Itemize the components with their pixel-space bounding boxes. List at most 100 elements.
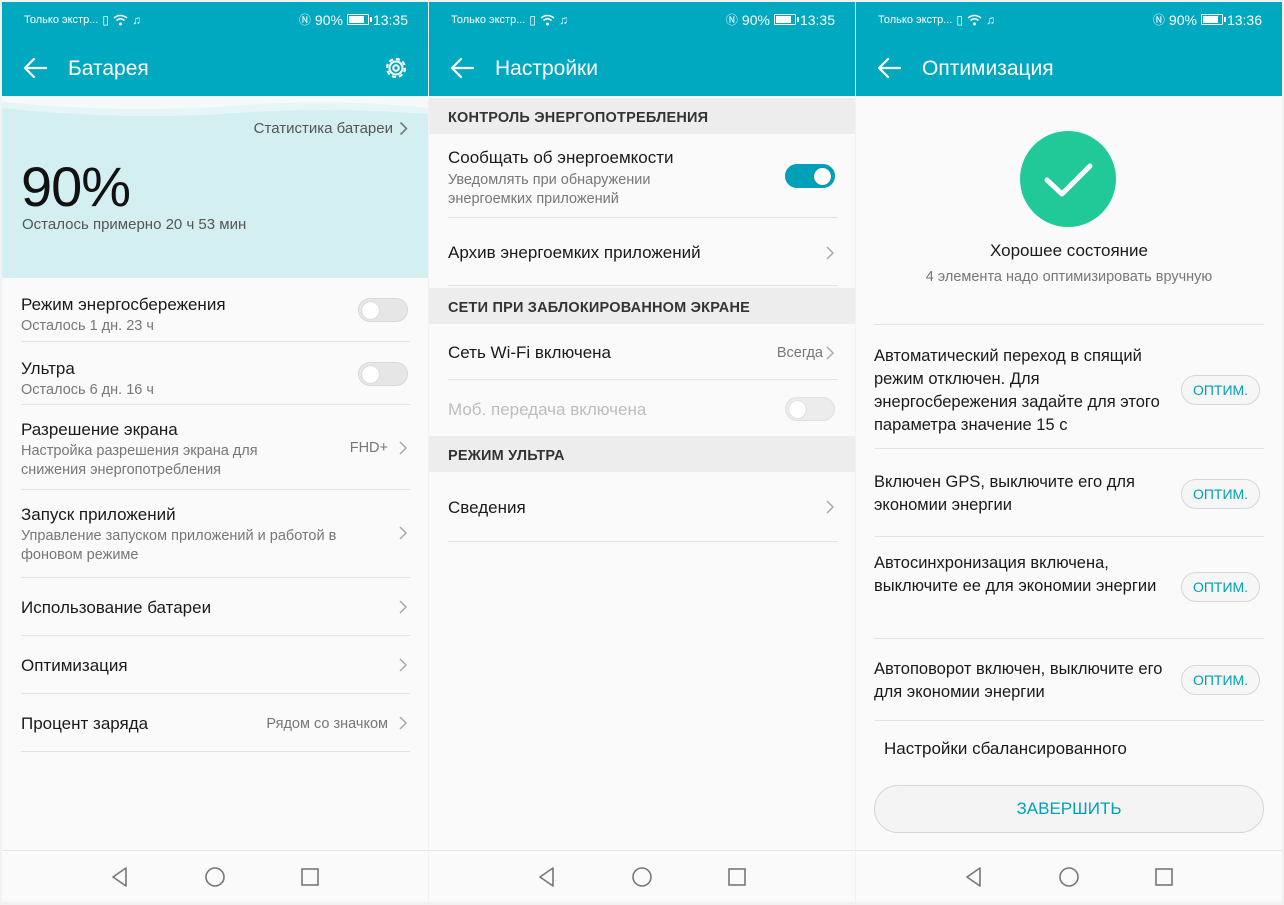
details-row[interactable]: Сведения (448, 472, 837, 542)
charge-percent-value: Рядом со значком (266, 716, 388, 732)
optimize-button[interactable]: ОПТИМ. (1181, 375, 1260, 405)
status-bar: Только экстр... ▯ ♫ Ⓝ 90% 13:36 (856, 2, 1282, 40)
section-header-ultra: РЕЖИМ УЛЬТРА (429, 436, 855, 472)
row-subtitle: Осталось 6 дн. 16 ч (21, 382, 154, 398)
navigation-bar (429, 850, 855, 902)
charge-percent-row[interactable]: Процент заряда Рядом со значком (21, 694, 410, 752)
navigation-bar (2, 850, 428, 902)
back-arrow-icon[interactable] (874, 54, 904, 82)
nav-recent-icon[interactable] (726, 866, 748, 888)
opt-item-autorotate: Автоповорот включен, выключите его для э… (874, 638, 1264, 720)
optimize-button[interactable]: ОПТИМ. (1181, 572, 1260, 602)
row-title: Использование батареи (21, 598, 212, 617)
clock: 13:35 (799, 11, 835, 28)
ultra-toggle[interactable] (358, 362, 408, 386)
chevron-right-icon (399, 658, 408, 672)
battery-summary: Статистика батареи 90% Осталось примерно… (2, 96, 428, 278)
screenshot-collage: Только экстр... ▯ ♫ Ⓝ 90% 13:35 Батарея (0, 0, 1284, 905)
row-title: Ультра (21, 359, 75, 378)
chevron-right-icon (826, 246, 835, 260)
row-subtitle: Уведомлять при обнаружении энергоемких п… (448, 172, 651, 207)
section-label: КОНТРОЛЬ ЭНЕРГОПОТРЕБЛЕНИЯ (448, 110, 709, 126)
power-saving-toggle[interactable] (358, 298, 408, 322)
status-bar: Только экстр... ▯ ♫ Ⓝ 90% 13:35 (429, 2, 855, 40)
wifi-on-row[interactable]: Сеть Wi-Fi включена Всегда (448, 324, 837, 380)
row-title: Разрешение экрана (21, 420, 178, 439)
battery-percent: 90% (314, 11, 343, 28)
nfc-icon: Ⓝ (1152, 13, 1165, 27)
nav-recent-icon[interactable] (1153, 866, 1175, 888)
status-subtitle: 4 элемента надо оптимизировать вручную (925, 269, 1213, 285)
page-title: Батарея (68, 57, 149, 80)
optimization-row[interactable]: Оптимизация (21, 636, 410, 694)
mobile-data-toggle (785, 397, 835, 421)
notification-text: Только экстр... (878, 14, 953, 26)
opt-item-sleep: Автоматический переход в спящий режим от… (874, 324, 1264, 448)
nav-back-icon[interactable] (963, 866, 985, 888)
opt-item-text: Автоматический переход в спящий режим от… (874, 347, 1160, 434)
section-header-power-control: КОНТРОЛЬ ЭНЕРГОПОТРЕБЛЕНИЯ (429, 98, 855, 134)
opt-item-text: Автоповорот включен, выключите его для э… (874, 660, 1163, 701)
optimize-button[interactable]: ОПТИМ. (1181, 665, 1260, 695)
battery-icon (1200, 14, 1226, 25)
optimization-screen: Только экстр... ▯ ♫ Ⓝ 90% 13:36 Оптимиза… (856, 2, 1282, 902)
row-title: Архив энергоемких приложений (448, 243, 701, 262)
opt-item-partial: Настройки сбалансированного (884, 739, 1127, 758)
row-title: Сообщать об энергоемкости (448, 148, 674, 167)
row-title: Сведения (448, 498, 526, 517)
nav-back-icon[interactable] (536, 866, 558, 888)
chevron-right-icon (399, 441, 408, 455)
back-arrow-icon[interactable] (20, 54, 50, 82)
nav-home-icon[interactable] (204, 866, 226, 888)
row-title: Моб. передача включена (448, 400, 647, 419)
nav-recent-icon[interactable] (299, 866, 321, 888)
status-bar: Только экстр... ▯ ♫ Ⓝ 90% 13:35 (2, 2, 428, 40)
battery-stats-label: Статистика батареи (253, 120, 393, 137)
screen-resolution-row[interactable]: Разрешение экрана Настройка разрешения э… (21, 405, 410, 490)
ultra-row[interactable]: Ультра Осталось 6 дн. 16 ч (21, 342, 410, 405)
chevron-right-icon (399, 526, 408, 540)
battery-percent: 90% (1168, 11, 1197, 28)
battery-percent: 90% (741, 11, 770, 28)
battery-stats-link[interactable]: Статистика батареи (254, 120, 408, 137)
notification-text: Только экстр... (451, 14, 526, 26)
opt-item-autosync: Автосинхронизация включена, выключите ее… (874, 536, 1264, 638)
optimize-button[interactable]: ОПТИМ. (1181, 479, 1260, 509)
gear-icon[interactable] (382, 54, 410, 82)
navigation-bar (856, 850, 1282, 902)
chevron-right-icon (826, 500, 835, 514)
finish-button[interactable]: ЗАВЕРШИТЬ (874, 785, 1264, 833)
power-saving-row[interactable]: Режим энергосбережения Осталось 1 дн. 23… (21, 278, 410, 342)
notify-power-toggle[interactable] (785, 164, 835, 188)
wifi-icon (967, 14, 982, 26)
chevron-right-icon (399, 600, 408, 614)
battery-usage-row[interactable]: Использование батареи (21, 578, 410, 636)
wifi-icon (540, 14, 555, 26)
settings-screen: Только экстр... ▯ ♫ Ⓝ 90% 13:35 Настройк… (429, 2, 855, 902)
row-subtitle: Настройка разрешения экрана для снижения… (21, 443, 258, 478)
opt-item-text: Включен GPS, выключите его для экономии … (874, 473, 1135, 514)
nav-home-icon[interactable] (631, 866, 653, 888)
chevron-right-icon (826, 346, 835, 360)
notify-power-row[interactable]: Сообщать об энергоемкости Уведомлять при… (448, 134, 837, 218)
app-bar: Оптимизация (856, 40, 1282, 96)
battery-screen: Только экстр... ▯ ♫ Ⓝ 90% 13:35 Батарея (2, 2, 428, 902)
row-title: Режим энергосбережения (21, 295, 226, 314)
section-label: РЕЖИМ УЛЬТРА (448, 448, 565, 464)
row-subtitle: Управление запуском приложений и работой… (21, 528, 337, 563)
clock: 13:35 (372, 11, 408, 28)
opt-item-text: Автосинхронизация включена, выключите ее… (874, 554, 1157, 595)
battery-level: 90% (21, 155, 131, 218)
app-launch-row[interactable]: Запуск приложений Управление запуском пр… (21, 490, 410, 578)
power-archive-row[interactable]: Архив энергоемких приложений (448, 218, 837, 286)
battery-icon (346, 14, 372, 25)
back-arrow-icon[interactable] (447, 54, 477, 82)
music-icon: ♫ (131, 13, 141, 27)
chevron-right-icon (399, 121, 408, 136)
nav-home-icon[interactable] (1058, 866, 1080, 888)
opt-item-gps: Включен GPS, выключите его для экономии … (874, 448, 1264, 536)
nav-back-icon[interactable] (109, 866, 131, 888)
resolution-value: FHD+ (349, 440, 388, 456)
battery-icon (773, 14, 799, 25)
clock: 13:36 (1226, 11, 1262, 28)
